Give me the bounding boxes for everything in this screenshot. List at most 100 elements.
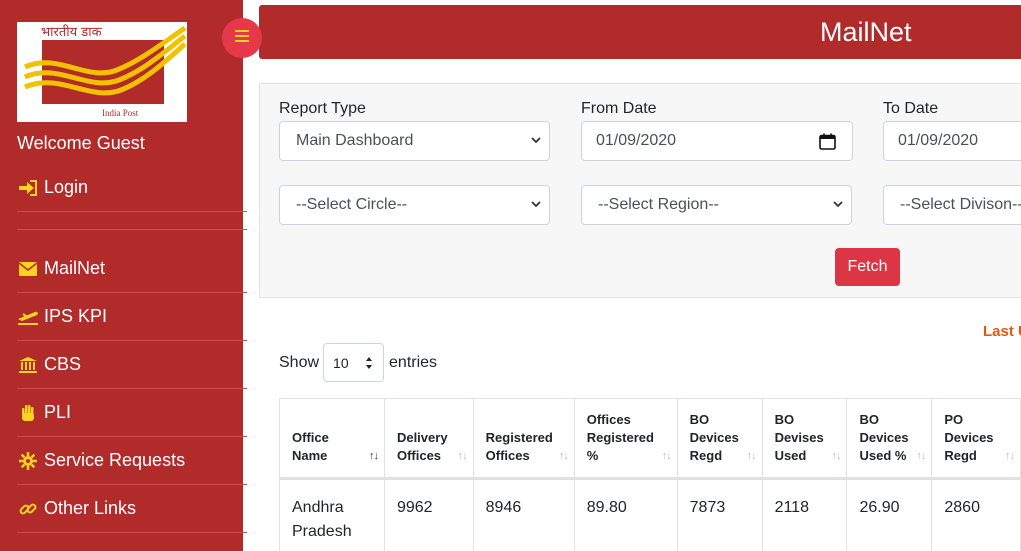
table-header-row: Office Name ↑↓ Delivery Offices ↑↓ Registere… [279, 398, 1021, 480]
column-header-line: Devices [689, 430, 739, 445]
sidebar-item-service-requests[interactable]: Service Requests [17, 437, 247, 485]
sort-icon: ↑↓ [1005, 450, 1015, 462]
circle-select[interactable]: --Select Circle-- [279, 185, 550, 225]
report-type-label: Report Type [279, 100, 366, 117]
column-header-line: BO [774, 412, 795, 427]
entries-select[interactable]: 10 [323, 343, 385, 382]
entries-select-value: 10 [333, 354, 349, 371]
column-header-line: Offices [396, 448, 442, 463]
report-type-select[interactable]: Main Dashboard [279, 121, 550, 161]
report-type-value: Main Dashboard [296, 132, 414, 149]
table-cell: 2118 [761, 478, 848, 551]
data-table: Office Name ↑↓ Delivery Offices ↑↓ Registere… [279, 398, 1021, 551]
sort-icon: ↑↓ [746, 450, 757, 462]
welcome-text: Welcome Guest [17, 133, 145, 153]
sidebar-item-label: Service Requests [44, 450, 186, 470]
column-header-line: PO [944, 412, 964, 427]
sort-icon: ↑↓ [457, 450, 468, 462]
table-cell: 89.80 [573, 478, 678, 551]
table-cell: 9962 [383, 478, 474, 551]
to-date-input[interactable]: 01/09/2020 [883, 121, 1021, 161]
column-header-line: Name [292, 448, 328, 463]
to-date-label: To Date [883, 100, 939, 117]
division-select-value: --Select Divison-- [900, 196, 1021, 213]
column-header-line: Devices [859, 430, 909, 445]
column-header-line: Regd [689, 448, 723, 463]
column-header-office-name[interactable]: Office Name ↑↓ [279, 398, 385, 480]
table-cell: 8946 [472, 478, 575, 551]
chevron-down-icon [531, 137, 541, 144]
division-select[interactable]: --Select Divison-- [883, 185, 1021, 225]
sidebar-item-label: Other Links [44, 498, 137, 518]
india-post-logo[interactable]: भारतीय डाक India Post [17, 22, 187, 122]
column-header-line: Devices [944, 430, 994, 445]
logo-caption: India Post [102, 108, 139, 118]
column-header-line: Office [292, 430, 329, 445]
column-header-line: Used % [859, 448, 907, 463]
column-header-bo-devises-used[interactable]: BO Devises Used ↑↓ [761, 398, 848, 480]
column-header-line: BO [689, 412, 710, 427]
to-date-value: 01/09/2020 [898, 132, 979, 149]
from-date-label: From Date [581, 100, 657, 117]
calendar-icon[interactable] [819, 133, 836, 150]
sidebar-item-ips-kpi[interactable]: IPS KPI [17, 293, 247, 341]
sign-in-icon [17, 179, 39, 197]
column-header-line: Delivery [396, 430, 448, 445]
circle-select-value: --Select Circle-- [296, 196, 408, 213]
logo-hindi-text: भारतीय डाक [41, 24, 103, 40]
hamburger-icon [235, 29, 249, 47]
sidebar: भारतीय डाक India Post Welcome Guest Logi… [0, 0, 247, 551]
from-date-input[interactable]: 01/09/2020 [581, 121, 853, 161]
bank-icon [17, 356, 39, 374]
column-header-offices-registered-pct[interactable]: Offices Registered% ↑↓ [573, 398, 678, 480]
sidebar-item-cbs[interactable]: CBS [17, 341, 247, 389]
link-icon [17, 500, 39, 518]
entries-suffix: entries [389, 353, 438, 371]
sort-icon: ↑↓ [831, 450, 841, 462]
chevron-down-icon [833, 201, 843, 208]
table-cell: 7873 [676, 478, 763, 551]
column-header-delivery-offices[interactable]: Delivery Offices ↑↓ [383, 398, 474, 480]
column-header-line: Devises [774, 430, 824, 445]
column-header-line: BO [859, 412, 879, 427]
entries-length-control: Show 10 entries [279, 343, 437, 382]
column-header-bo-devices-used-pct[interactable]: BO Devices Used % ↑↓ [846, 398, 933, 480]
page-header: MailNet [259, 5, 1021, 59]
sort-icon: ↑↓ [916, 450, 926, 462]
fetch-button[interactable]: Fetch [835, 248, 900, 286]
gear-icon [17, 451, 39, 470]
sidebar-item-other-links[interactable]: Other Links [17, 485, 247, 533]
sidebar-toggle-button[interactable] [222, 18, 262, 58]
sidebar-item-label: CBS [44, 354, 82, 374]
region-select-value: --Select Region-- [598, 196, 719, 213]
sidebar-item-mailnet[interactable]: MailNet [17, 245, 247, 293]
column-header-line: Offices [586, 412, 631, 427]
region-select[interactable]: --Select Region-- [581, 185, 852, 225]
column-header-line: Used [774, 448, 807, 463]
column-header-po-devices-regd[interactable]: PO Devices Regd ↑↓ [931, 398, 1021, 480]
column-header-line: Registered [586, 430, 654, 445]
plane-icon [17, 308, 39, 326]
page-title: MailNet [820, 17, 912, 47]
table-row: Andhra Pradesh 9962 8946 89.80 7873 2118… [279, 478, 1021, 551]
from-date-value: 01/09/2020 [596, 132, 677, 149]
sort-icon: ↑↓ [558, 450, 569, 462]
last-updated-text: Last U [983, 323, 1021, 340]
column-header-registered-offices[interactable]: Registered Offices ↑↓ [472, 398, 575, 480]
sidebar-item-pli[interactable]: PLI [17, 389, 247, 437]
chevron-down-icon [531, 201, 541, 208]
column-header-bo-devices-regd[interactable]: BO Devices Regd ↑↓ [676, 398, 763, 480]
show-label: Show [279, 353, 320, 371]
envelope-icon [17, 260, 39, 278]
column-header-line: Regd [944, 448, 977, 463]
table-cell: 26.90 [846, 478, 933, 551]
login-link[interactable]: Login [17, 164, 247, 212]
column-header-line: Offices [485, 448, 530, 463]
sort-icon: ↑↓ [368, 450, 379, 462]
stepper-arrows-icon [366, 357, 373, 369]
sidebar-item-label: PLI [44, 402, 72, 422]
column-header-line: Registered [485, 430, 553, 445]
table-cell-office-name: Andhra Pradesh [279, 478, 385, 551]
hand-icon [17, 404, 39, 422]
sort-icon: ↑↓ [661, 450, 672, 462]
